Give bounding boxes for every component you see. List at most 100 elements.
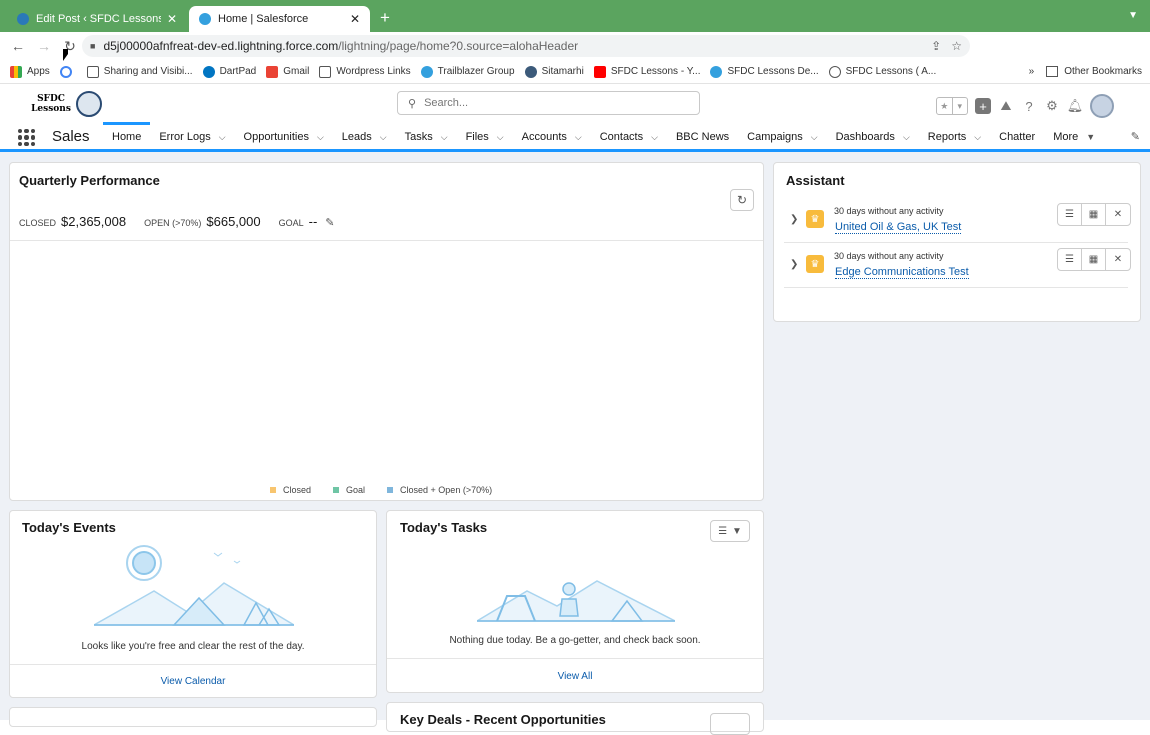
back-arrow-icon[interactable]: ←	[10, 38, 26, 54]
bookmark-label: SFDC Lessons - Y...	[610, 66, 701, 77]
bookmark-dartpad[interactable]: DartPad	[202, 65, 256, 78]
other-bookmarks-button[interactable]: Other Bookmarks	[1064, 66, 1142, 77]
bookmark-google[interactable]	[59, 65, 77, 78]
new-task-icon[interactable]: ☰	[1058, 204, 1082, 225]
bookmark-star-icon[interactable]: ☆	[951, 39, 962, 53]
assistant-record-link[interactable]: United Oil & Gas, UK Test	[835, 221, 962, 234]
org-logo[interactable]: SFDC Lessons	[30, 90, 106, 118]
bell-icon[interactable]: 🔔︎	[1067, 98, 1084, 114]
folder-icon	[1046, 66, 1059, 77]
refresh-icon[interactable]: ↻	[730, 189, 754, 211]
legend-item-closed-open[interactable]: Closed + Open (>70%)	[387, 485, 492, 495]
nav-item-opportunities[interactable]: Opportunities ⌵	[235, 122, 333, 152]
global-search-input[interactable]: ⚲ Search...	[397, 91, 700, 115]
key-deals-filter-button[interactable]	[710, 713, 750, 735]
task-filter-button[interactable]: ☰ ▼	[710, 520, 750, 542]
nav-item-more[interactable]: More ▼	[1044, 122, 1104, 152]
card-title: Assistant	[786, 173, 845, 188]
chevron-down-icon[interactable]: ⌵	[441, 132, 448, 143]
folder-icon	[319, 65, 332, 78]
google-icon	[59, 65, 72, 78]
browser-tab-edit-post[interactable]: Edit Post ‹ SFDC Lessons — W ✕	[7, 6, 187, 32]
lock-icon[interactable]: ■	[90, 41, 95, 51]
view-calendar-link[interactable]: View Calendar	[10, 664, 376, 698]
nav-item-accounts[interactable]: Accounts ⌵	[513, 122, 591, 152]
bookmark-sfdc-a[interactable]: SFDC Lessons ( A...	[828, 65, 936, 78]
edit-goal-pencil-icon[interactable]: ✎	[325, 216, 334, 229]
caret-down-icon[interactable]: ▼	[1086, 132, 1095, 142]
tab-search-chevron-icon[interactable]: ▼	[1128, 10, 1138, 21]
chevron-right-icon[interactable]: ❯	[790, 214, 798, 225]
bookmark-sfdc-youtube[interactable]: SFDC Lessons - Y...	[593, 65, 701, 78]
close-tab-icon[interactable]: ✕	[167, 12, 177, 26]
wordpress-icon	[17, 13, 29, 25]
chevron-down-icon[interactable]: ⌵	[811, 132, 818, 143]
legend-item-closed[interactable]: Closed	[270, 485, 311, 495]
bookmark-trailblazer[interactable]: Trailblazer Group	[420, 65, 515, 78]
calendar-icon[interactable]: ▦	[1082, 249, 1106, 270]
user-avatar[interactable]	[1090, 94, 1114, 118]
nav-item-tasks[interactable]: Tasks ⌵	[396, 122, 457, 152]
bookmark-gmail[interactable]: Gmail	[266, 65, 309, 78]
legend-item-goal[interactable]: Goal	[333, 485, 365, 495]
open-label: OPEN (>70%)	[144, 218, 202, 228]
assistant-record-link[interactable]: Edge Communications Test	[835, 266, 969, 279]
nav-item-chatter[interactable]: Chatter	[990, 122, 1044, 152]
chevron-down-icon[interactable]: ⌵	[651, 132, 658, 143]
bookmark-sfdc-dev[interactable]: SFDC Lessons De...	[710, 65, 819, 78]
chevron-down-icon[interactable]: ⌵	[317, 132, 324, 143]
global-actions-plus-icon[interactable]: +	[975, 98, 991, 114]
chart-legend: Closed Goal Closed + Open (>70%)	[270, 485, 514, 495]
chevron-down-icon[interactable]: ⌵	[380, 132, 387, 143]
salesforce-cloud-icon	[420, 65, 433, 78]
legend-label: Closed + Open (>70%)	[400, 485, 493, 495]
chevron-down-icon[interactable]: ⌵	[497, 132, 504, 143]
chevron-down-icon[interactable]: ⌵	[575, 132, 582, 143]
legend-swatch	[387, 487, 394, 493]
assistant-message: 30 days without any activity	[834, 206, 944, 216]
gear-icon[interactable]: ⚙	[1044, 98, 1060, 114]
trailhead-icon[interactable]: ⛰	[998, 98, 1014, 114]
empty-state-message: Looks like you're free and clear the res…	[81, 641, 305, 652]
bookmark-sitamarhi[interactable]: Sitamarhi	[524, 65, 584, 78]
url-host: d5j00000afnfreat-dev-ed.lightning.force.…	[103, 39, 339, 53]
forward-arrow-icon[interactable]: →	[36, 38, 52, 54]
help-icon[interactable]: ?	[1021, 98, 1037, 114]
dismiss-close-icon[interactable]: ✕	[1106, 249, 1130, 270]
nav-item-error-logs[interactable]: Error Logs ⌵	[150, 122, 234, 152]
pencil-icon[interactable]: ✎	[1131, 130, 1140, 143]
nav-item-reports[interactable]: Reports ⌵	[919, 122, 990, 152]
bookmark-label: Sharing and Visibi...	[103, 66, 193, 77]
chevron-right-icon[interactable]: ❯	[790, 259, 798, 270]
nav-item-files[interactable]: Files ⌵	[457, 122, 513, 152]
favorites-button[interactable]: ★ ▾	[936, 97, 968, 115]
address-bar[interactable]: ■ d5j00000afnfreat-dev-ed.lightning.forc…	[82, 35, 970, 57]
view-all-tasks-link[interactable]: View All	[387, 658, 763, 693]
bookmark-label: Apps	[27, 66, 50, 77]
app-launcher-icon[interactable]	[18, 129, 35, 146]
chevron-down-icon[interactable]: ⌵	[974, 132, 981, 143]
nav-item-campaigns[interactable]: Campaigns ⌵	[738, 122, 826, 152]
nav-item-home[interactable]: Home	[103, 122, 151, 152]
new-task-icon[interactable]: ☰	[1058, 249, 1082, 270]
nav-item-leads[interactable]: Leads ⌵	[333, 122, 396, 152]
close-tab-icon[interactable]: ✕	[350, 12, 360, 26]
chevron-down-icon[interactable]: ⌵	[903, 132, 910, 143]
chevron-down-icon[interactable]: ⌵	[219, 132, 226, 143]
bookmark-apps[interactable]: Apps	[10, 65, 50, 78]
browser-tab-salesforce-home[interactable]: Home | Salesforce ✕	[189, 6, 370, 32]
nav-item-bbc-news[interactable]: BBC News	[667, 122, 738, 152]
logo-text: SFDC Lessons	[31, 94, 71, 114]
dismiss-close-icon[interactable]: ✕	[1106, 204, 1130, 225]
nav-item-label: BBC News	[675, 131, 730, 143]
more-bookmarks-button[interactable]: »	[1029, 66, 1035, 77]
nav-item-dashboards[interactable]: Dashboards ⌵	[827, 122, 919, 152]
bookmark-wordpress-links[interactable]: Wordpress Links	[319, 65, 411, 78]
url-path: /lightning/page/home?0.source=alohaHeade…	[338, 39, 579, 53]
calendar-icon[interactable]: ▦	[1082, 204, 1106, 225]
share-icon[interactable]: ⇪	[931, 39, 941, 53]
nav-item-contacts[interactable]: Contacts ⌵	[591, 122, 667, 152]
new-tab-button[interactable]: +	[380, 8, 390, 28]
bookmark-sharing[interactable]: Sharing and Visibi...	[86, 65, 193, 78]
chevron-down-icon[interactable]: ▾	[951, 98, 968, 114]
